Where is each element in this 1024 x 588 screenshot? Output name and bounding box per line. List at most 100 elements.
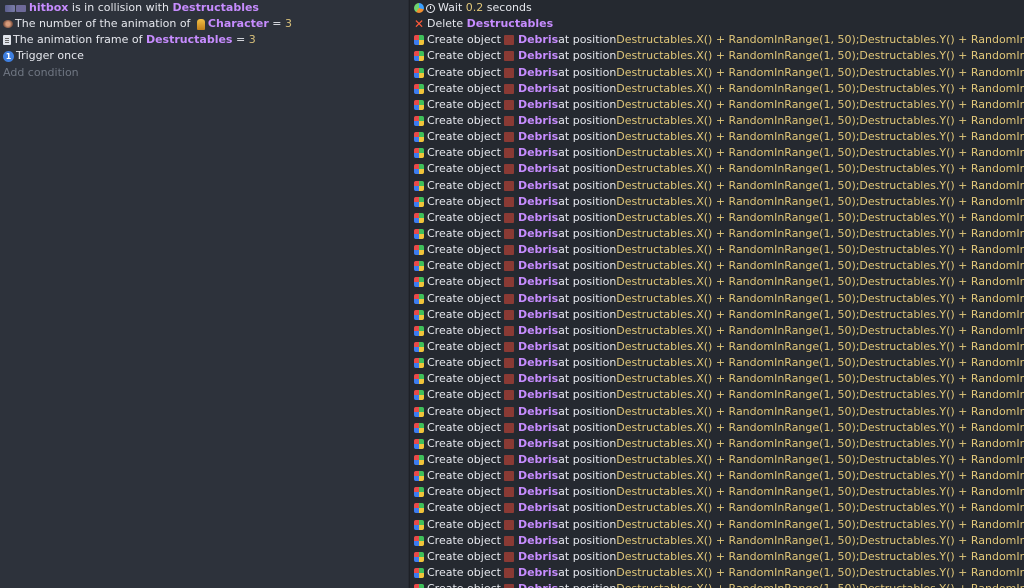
action-delete[interactable]: ✕ Delete Destructables [410,16,1024,32]
action-object-debris[interactable]: Debris [518,371,558,387]
action-create-object[interactable]: Create object Debrisat positionDestructab… [410,565,1024,581]
action-create-object[interactable]: Create object Debrisat positionDestructab… [410,355,1024,371]
position-expression[interactable]: Destructables.X() + RandomInRange(1, 50)… [616,48,1024,64]
condition-object-character[interactable]: Character [208,16,269,32]
position-expression[interactable]: Destructables.X() + RandomInRange(1, 50)… [616,484,1024,500]
action-object-debris[interactable]: Debris [518,581,558,588]
action-object-debris[interactable]: Debris [518,533,558,549]
action-object-debris[interactable]: Debris [518,113,558,129]
position-expression[interactable]: Destructables.X() + RandomInRange(1, 50)… [616,404,1024,420]
action-object-debris[interactable]: Debris [518,387,558,403]
action-object-debris[interactable]: Debris [518,484,558,500]
position-expression[interactable]: Destructables.X() + RandomInRange(1, 50)… [616,97,1024,113]
action-create-object[interactable]: Create object Debrisat positionDestructab… [410,371,1024,387]
position-expression[interactable]: Destructables.X() + RandomInRange(1, 50)… [616,145,1024,161]
position-expression[interactable]: Destructables.X() + RandomInRange(1, 50)… [616,452,1024,468]
condition-animation-number[interactable]: The number of the animation of Character… [0,16,408,32]
action-create-object[interactable]: Create object Debrisat positionDestructab… [410,291,1024,307]
action-create-object[interactable]: Create object Debrisat positionDestructab… [410,484,1024,500]
action-create-object[interactable]: Create object Debrisat positionDestructab… [410,387,1024,403]
position-expression[interactable]: Destructables.X() + RandomInRange(1, 50)… [616,307,1024,323]
action-object-debris[interactable]: Debris [518,339,558,355]
action-object-debris[interactable]: Debris [518,549,558,565]
position-expression[interactable]: Destructables.X() + RandomInRange(1, 50)… [616,533,1024,549]
action-create-object[interactable]: Create object Debrisat positionDestructab… [410,533,1024,549]
action-object-debris[interactable]: Debris [518,226,558,242]
action-object-debris[interactable]: Debris [518,258,558,274]
condition-value[interactable]: 3 [285,16,292,32]
add-condition-button[interactable]: Add condition [0,65,408,81]
action-object-debris[interactable]: Debris [518,32,558,48]
action-object-debris[interactable]: Debris [518,65,558,81]
position-expression[interactable]: Destructables.X() + RandomInRange(1, 50)… [616,355,1024,371]
position-expression[interactable]: Destructables.X() + RandomInRange(1, 50)… [616,291,1024,307]
action-object-debris[interactable]: Debris [518,210,558,226]
action-create-object[interactable]: Create object Debrisat positionDestructab… [410,339,1024,355]
position-expression[interactable]: Destructables.X() + RandomInRange(1, 50)… [616,371,1024,387]
position-expression[interactable]: Destructables.X() + RandomInRange(1, 50)… [616,468,1024,484]
position-expression[interactable]: Destructables.X() + RandomInRange(1, 50)… [616,81,1024,97]
action-object-debris[interactable]: Debris [518,517,558,533]
condition-collision[interactable]: hitbox is in collision with Destructable… [0,0,408,16]
action-object-debris[interactable]: Debris [518,420,558,436]
action-object-debris[interactable]: Debris [518,452,558,468]
action-object-debris[interactable]: Debris [518,436,558,452]
action-create-object[interactable]: Create object Debrisat positionDestructab… [410,420,1024,436]
condition-object-hitbox[interactable]: hitbox [29,0,68,16]
action-create-object[interactable]: Create object Debrisat positionDestructab… [410,581,1024,588]
action-create-object[interactable]: Create object Debrisat positionDestructab… [410,65,1024,81]
action-create-object[interactable]: Create object Debrisat positionDestructab… [410,178,1024,194]
action-create-object[interactable]: Create object Debrisat positionDestructab… [410,307,1024,323]
action-object-debris[interactable]: Debris [518,48,558,64]
action-object-debris[interactable]: Debris [518,404,558,420]
condition-object-destructables[interactable]: Destructables [172,0,259,16]
condition-object-destructables[interactable]: Destructables [146,32,233,48]
position-expression[interactable]: Destructables.X() + RandomInRange(1, 50)… [616,420,1024,436]
action-create-object[interactable]: Create object Debrisat positionDestructab… [410,194,1024,210]
action-object-debris[interactable]: Debris [518,145,558,161]
action-object-debris[interactable]: Debris [518,355,558,371]
action-create-object[interactable]: Create object Debrisat positionDestructab… [410,97,1024,113]
condition-trigger-once[interactable]: 1 Trigger once [0,48,408,64]
action-object-debris[interactable]: Debris [518,323,558,339]
action-create-object[interactable]: Create object Debrisat positionDestructab… [410,323,1024,339]
action-wait[interactable]: Wait 0.2 seconds [410,0,1024,16]
position-expression[interactable]: Destructables.X() + RandomInRange(1, 50)… [616,436,1024,452]
action-create-object[interactable]: Create object Debrisat positionDestructab… [410,404,1024,420]
action-object-debris[interactable]: Debris [518,178,558,194]
action-create-object[interactable]: Create object Debrisat positionDestructab… [410,274,1024,290]
position-expression[interactable]: Destructables.X() + RandomInRange(1, 50)… [616,178,1024,194]
action-create-object[interactable]: Create object Debrisat positionDestructab… [410,145,1024,161]
action-object-debris[interactable]: Debris [518,129,558,145]
action-object-debris[interactable]: Debris [518,500,558,516]
position-expression[interactable]: Destructables.X() + RandomInRange(1, 50)… [616,500,1024,516]
condition-animation-frame[interactable]: The animation frame of Destructables = 3 [0,32,408,48]
action-object-debris[interactable]: Debris [518,468,558,484]
action-create-object[interactable]: Create object Debrisat positionDestructab… [410,468,1024,484]
action-object-debris[interactable]: Debris [518,81,558,97]
position-expression[interactable]: Destructables.X() + RandomInRange(1, 50)… [616,65,1024,81]
action-create-object[interactable]: Create object Debrisat positionDestructab… [410,48,1024,64]
position-expression[interactable]: Destructables.X() + RandomInRange(1, 50)… [616,161,1024,177]
action-object-debris[interactable]: Debris [518,291,558,307]
position-expression[interactable]: Destructables.X() + RandomInRange(1, 50)… [616,387,1024,403]
action-create-object[interactable]: Create object Debrisat positionDestructab… [410,436,1024,452]
position-expression[interactable]: Destructables.X() + RandomInRange(1, 50)… [616,274,1024,290]
position-expression[interactable]: Destructables.X() + RandomInRange(1, 50)… [616,339,1024,355]
action-create-object[interactable]: Create object Debrisat positionDestructab… [410,549,1024,565]
action-object-debris[interactable]: Debris [518,307,558,323]
actions-panel[interactable]: Wait 0.2 seconds ✕ Delete Destructables … [409,0,1024,588]
position-expression[interactable]: Destructables.X() + RandomInRange(1, 50)… [616,226,1024,242]
action-create-object[interactable]: Create object Debrisat positionDestructab… [410,258,1024,274]
action-create-object[interactable]: Create object Debrisat positionDestructab… [410,81,1024,97]
action-object-debris[interactable]: Debris [518,565,558,581]
action-create-object[interactable]: Create object Debrisat positionDestructab… [410,226,1024,242]
action-object-debris[interactable]: Debris [518,194,558,210]
position-expression[interactable]: Destructables.X() + RandomInRange(1, 50)… [616,549,1024,565]
action-create-object[interactable]: Create object Debrisat positionDestructab… [410,32,1024,48]
position-expression[interactable]: Destructables.X() + RandomInRange(1, 50)… [616,129,1024,145]
action-create-object[interactable]: Create object Debrisat positionDestructab… [410,500,1024,516]
position-expression[interactable]: Destructables.X() + RandomInRange(1, 50)… [616,323,1024,339]
position-expression[interactable]: Destructables.X() + RandomInRange(1, 50)… [616,210,1024,226]
action-create-object[interactable]: Create object Debrisat positionDestructab… [410,113,1024,129]
